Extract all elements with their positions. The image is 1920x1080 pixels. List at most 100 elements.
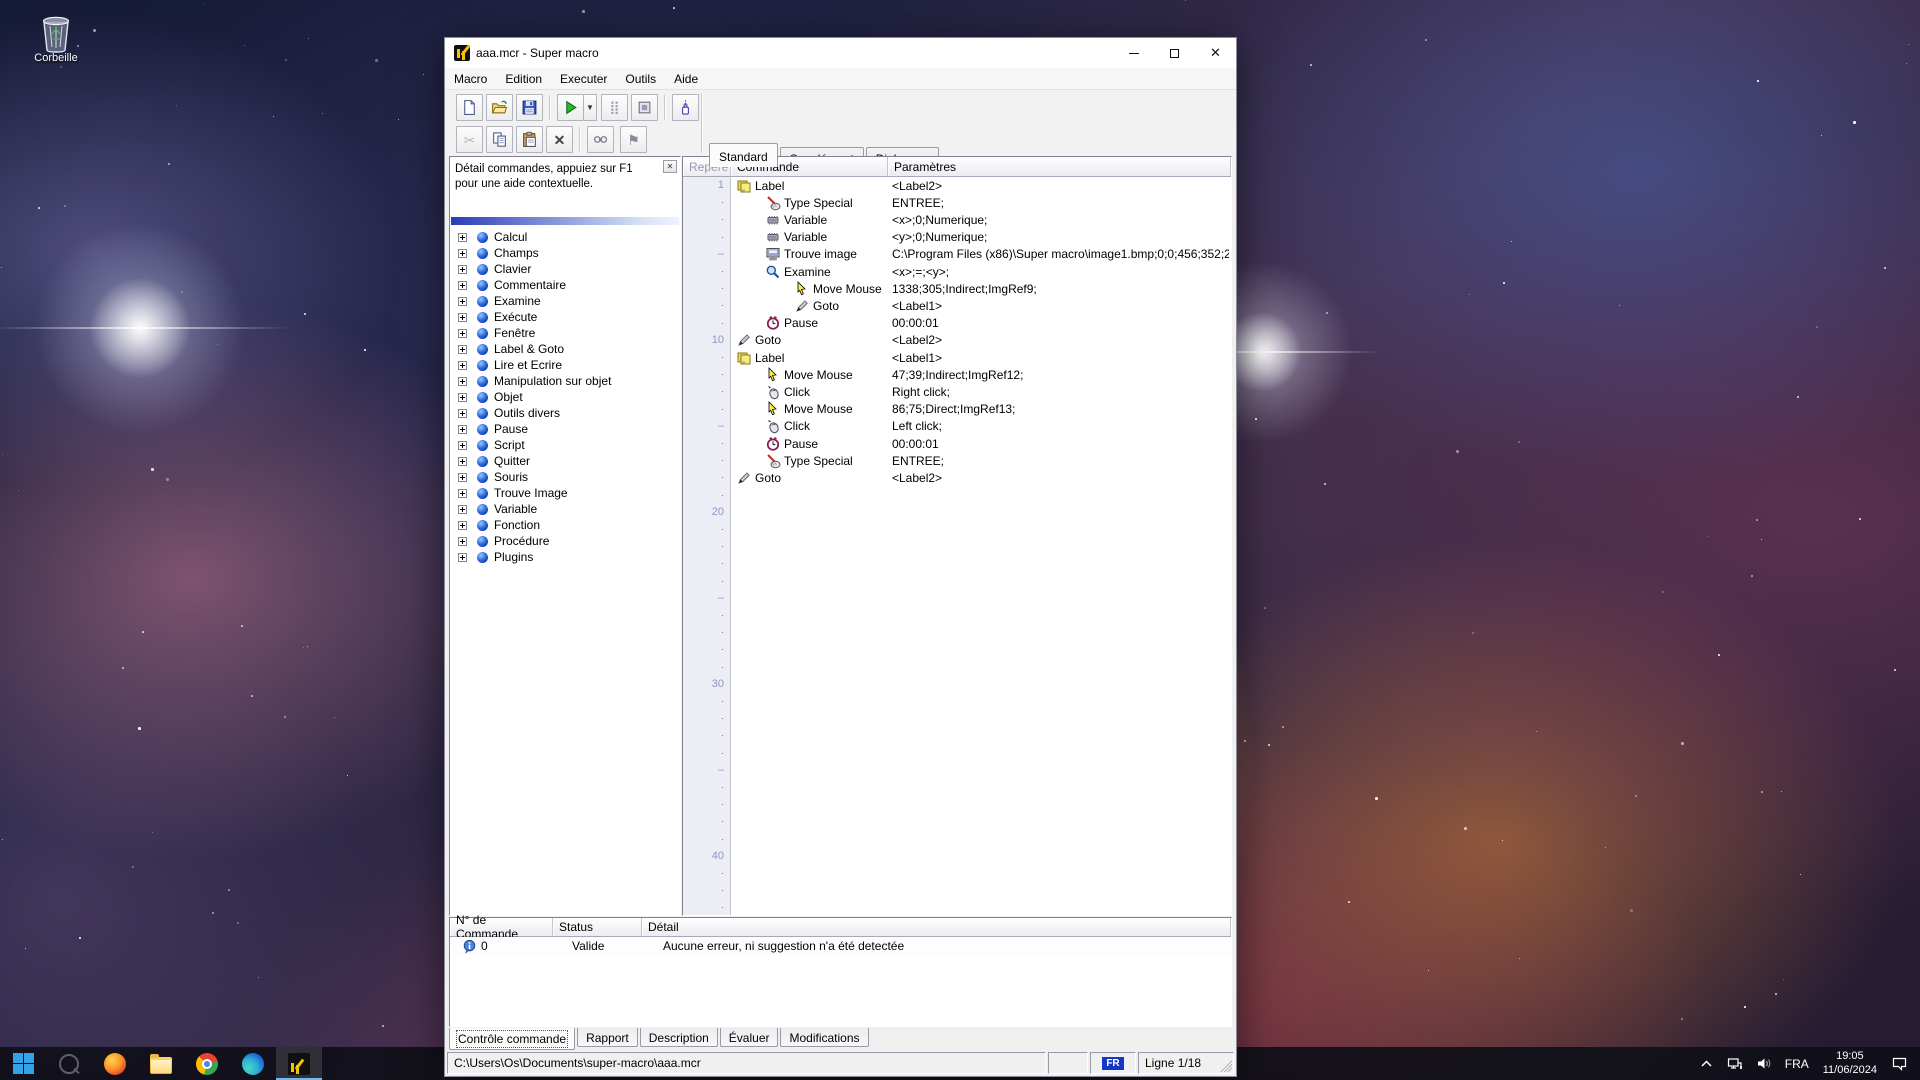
expand-plus-icon[interactable] (458, 313, 467, 322)
tab-description[interactable]: Description (640, 1028, 718, 1047)
column-header-parametres[interactable]: Paramètres (888, 157, 1231, 177)
command-row[interactable]: Trouve imageC:\Program Files (x86)\Super… (732, 246, 1231, 263)
tree-selected-bar[interactable] (451, 217, 679, 225)
command-row[interactable]: Move Mouse47;39;Indirect;ImgRef12; (732, 366, 1231, 383)
expand-plus-icon[interactable] (458, 345, 467, 354)
taskbar-file-explorer[interactable] (138, 1047, 184, 1080)
expand-plus-icon[interactable] (458, 457, 467, 466)
taskbar-chrome[interactable] (184, 1047, 230, 1080)
tree-item-lire-et-ecrire[interactable]: Lire et Ecrire (452, 357, 562, 373)
expand-plus-icon[interactable] (458, 249, 467, 258)
network-icon[interactable] (1721, 1047, 1750, 1080)
expand-plus-icon[interactable] (458, 489, 467, 498)
capture-button[interactable] (672, 94, 699, 121)
expand-plus-icon[interactable] (458, 553, 467, 562)
command-row[interactable]: Move Mouse86;75;Direct;ImgRef13; (732, 401, 1231, 418)
tab-rapport[interactable]: Rapport (577, 1028, 638, 1047)
tree-item-proc-dure[interactable]: Procédure (452, 533, 549, 549)
new-button[interactable] (456, 94, 483, 121)
command-row[interactable]: Type SpecialENTREE; (732, 194, 1231, 211)
menu-macro[interactable]: Macro (445, 68, 496, 89)
recycle-bin[interactable]: Corbeille (18, 10, 94, 64)
tree-item-fen-tre[interactable]: Fenêtre (452, 325, 535, 341)
command-row[interactable]: ClickLeft click; (732, 418, 1231, 435)
delete-button[interactable]: ✕ (546, 126, 573, 153)
copy-button[interactable] (486, 126, 513, 153)
command-row[interactable]: ClickRight click; (732, 383, 1231, 400)
expand-plus-icon[interactable] (458, 537, 467, 546)
tree-item-trouve-image[interactable]: Trouve Image (452, 485, 568, 501)
expand-plus-icon[interactable] (458, 377, 467, 386)
tree-item-souris[interactable]: Souris (452, 469, 528, 485)
command-row[interactable]: Label<Label1> (732, 349, 1231, 366)
tree-item-outils-divers[interactable]: Outils divers (452, 405, 560, 421)
paste-button[interactable] (516, 126, 543, 153)
expand-plus-icon[interactable] (458, 409, 467, 418)
tree-item-ex-cute[interactable]: Exécute (452, 309, 537, 325)
save-button[interactable] (516, 94, 543, 121)
tree-item-clavier[interactable]: Clavier (452, 261, 531, 277)
tab-controle-commande[interactable]: Contrôle commande (449, 1028, 575, 1050)
command-row[interactable]: Examine<x>;=;<y>; (732, 263, 1231, 280)
tree-item-label-goto[interactable]: Label & Goto (452, 341, 564, 357)
expand-plus-icon[interactable] (458, 281, 467, 290)
start-button[interactable] (0, 1047, 46, 1080)
expand-plus-icon[interactable] (458, 441, 467, 450)
column-header-status[interactable]: Status (553, 918, 642, 937)
tree-item-fonction[interactable]: Fonction (452, 517, 540, 533)
command-row[interactable]: Goto<Label2> (732, 469, 1231, 486)
tree-item-manipulation-sur-objet[interactable]: Manipulation sur objet (452, 373, 611, 389)
column-header-num-commande[interactable]: N° de Commande (450, 918, 553, 937)
link-button[interactable] (587, 126, 614, 153)
command-row[interactable]: Variable<y>;0;Numerique; (732, 229, 1231, 246)
run-button[interactable] (557, 94, 584, 121)
column-header-detail[interactable]: Détail (642, 918, 1231, 937)
flag-button[interactable]: ⚑ (620, 126, 647, 153)
command-row[interactable]: Move Mouse1338;305;Indirect;ImgRef9; (732, 280, 1231, 297)
expand-plus-icon[interactable] (458, 265, 467, 274)
tree-item-variable[interactable]: Variable (452, 501, 537, 517)
menu-executer[interactable]: Executer (551, 68, 616, 89)
command-row[interactable]: Pause00:00:01 (732, 315, 1231, 332)
run-dropdown-button[interactable]: ▼ (584, 94, 597, 121)
validation-row[interactable]: 0 Valide Aucune erreur, ni suggestion n'… (450, 937, 1231, 955)
tray-chevron-icon[interactable] (1692, 1047, 1721, 1080)
taskbar-firefox[interactable] (92, 1047, 138, 1080)
tab-modifications[interactable]: Modifications (780, 1028, 868, 1047)
resize-grip[interactable] (1220, 1060, 1232, 1072)
tab-standard[interactable]: Standard (709, 143, 778, 167)
open-button[interactable] (486, 94, 513, 121)
expand-plus-icon[interactable] (458, 521, 467, 530)
menu-outils[interactable]: Outils (616, 68, 665, 89)
expand-plus-icon[interactable] (458, 473, 467, 482)
volume-icon[interactable] (1750, 1047, 1779, 1080)
menu-edition[interactable]: Edition (496, 68, 551, 89)
expand-plus-icon[interactable] (458, 393, 467, 402)
step-button[interactable] (601, 94, 628, 121)
clock[interactable]: 19:05 11/06/2024 (1815, 1050, 1885, 1078)
maximize-button[interactable] (1154, 38, 1195, 68)
tree-item-objet[interactable]: Objet (452, 389, 523, 405)
tree-item-quitter[interactable]: Quitter (452, 453, 530, 469)
tree-item-script[interactable]: Script (452, 437, 525, 453)
taskbar-search[interactable] (46, 1047, 92, 1080)
command-row[interactable]: Goto<Label1> (732, 297, 1231, 314)
command-row[interactable]: Type SpecialENTREE; (732, 452, 1231, 469)
taskbar-edge[interactable] (230, 1047, 276, 1080)
tree-item-pause[interactable]: Pause (452, 421, 528, 437)
command-row[interactable]: Variable<x>;0;Numerique; (732, 211, 1231, 228)
tab-evaluer[interactable]: Évaluer (720, 1028, 779, 1047)
command-row[interactable]: Label<Label2> (732, 177, 1231, 194)
expand-plus-icon[interactable] (458, 233, 467, 242)
tree-item-commentaire[interactable]: Commentaire (452, 277, 566, 293)
tree-item-calcul[interactable]: Calcul (452, 229, 527, 245)
tree-item-plugins[interactable]: Plugins (452, 549, 533, 565)
language-indicator[interactable]: FRA (1779, 1047, 1815, 1080)
minimize-button[interactable] (1113, 38, 1154, 68)
expand-plus-icon[interactable] (458, 425, 467, 434)
command-row[interactable]: Goto<Label2> (732, 332, 1231, 349)
menu-aide[interactable]: Aide (665, 68, 707, 89)
expand-plus-icon[interactable] (458, 329, 467, 338)
tree-item-champs[interactable]: Champs (452, 245, 539, 261)
command-row[interactable]: Pause00:00:01 (732, 435, 1231, 452)
